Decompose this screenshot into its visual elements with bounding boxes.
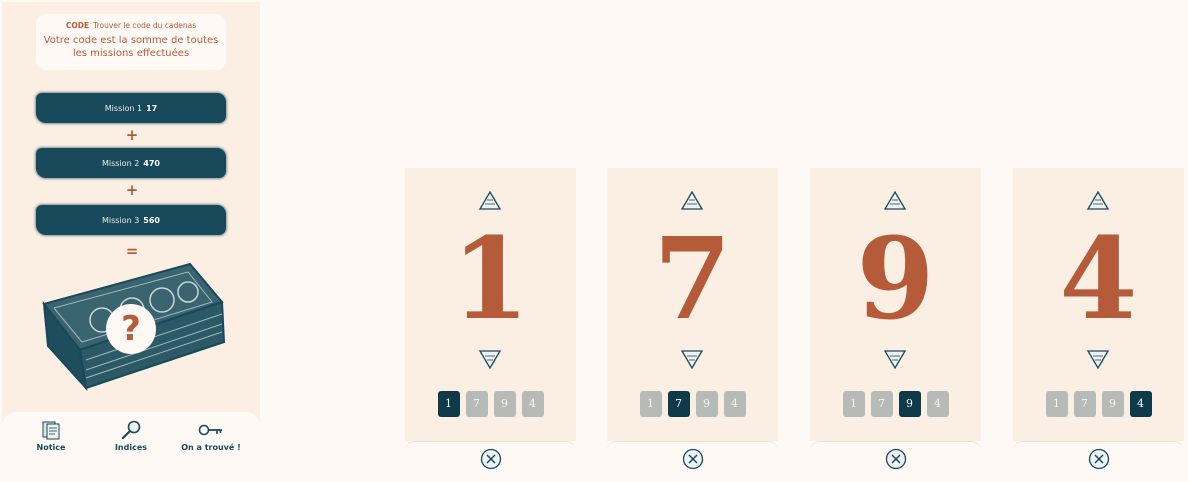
decrement-arrow-icon[interactable]: [1087, 349, 1109, 369]
key-icon: [198, 424, 222, 436]
decrement-arrow-icon[interactable]: [681, 349, 703, 369]
digit-chip[interactable]: 4: [1129, 391, 1152, 417]
plus-operator: +: [125, 181, 139, 199]
unknown-code-badge: ?: [106, 304, 156, 354]
digit-column-1-footer: [405, 441, 576, 482]
digit-column-1: 1 1794: [405, 168, 576, 441]
digit-column-2: 7 1794: [607, 168, 778, 441]
increment-arrow-icon[interactable]: [1087, 191, 1109, 211]
digit-chip[interactable]: 4: [521, 391, 544, 417]
current-digit: 9: [856, 214, 935, 345]
code-instruction-text: Votre code est la somme de toutes les mi…: [43, 35, 219, 59]
close-icon[interactable]: [480, 448, 502, 470]
mission-2-banner: Mission 2 470: [36, 148, 226, 178]
increment-arrow-icon[interactable]: [479, 191, 501, 211]
increment-arrow-icon[interactable]: [884, 191, 906, 211]
plus-operator: +: [125, 126, 139, 144]
mission-value: 470: [143, 158, 160, 168]
mission-value: 560: [143, 215, 160, 225]
mission-1-banner: Mission 1 17: [36, 93, 226, 123]
digit-chip[interactable]: 1: [437, 391, 460, 417]
digit-column-3-footer: [810, 441, 981, 482]
digit-column-4: 4 1794: [1013, 168, 1184, 441]
mission-panel: CODE Trouver le code du cadenas Votre cod…: [2, 2, 260, 481]
decrement-arrow-icon[interactable]: [884, 349, 906, 369]
magnifier-icon: [121, 420, 141, 440]
digit-column-3: 9 1794: [810, 168, 981, 441]
code-tag: CODE: [65, 21, 90, 30]
digit-history: 1794: [1013, 391, 1184, 417]
digit-chip[interactable]: 1: [1045, 391, 1068, 417]
close-icon[interactable]: [682, 448, 704, 470]
digit-column-2-footer: [607, 441, 778, 482]
digit-chip[interactable]: 4: [723, 391, 746, 417]
decrement-arrow-icon[interactable]: [479, 349, 501, 369]
equals-operator: =: [125, 242, 139, 260]
digit-chip[interactable]: 1: [639, 391, 662, 417]
nav-on-a-trouve[interactable]: On a trouvé !: [168, 412, 254, 472]
mission-3-banner: Mission 3 560: [36, 205, 226, 235]
close-icon[interactable]: [885, 448, 907, 470]
digit-history: 1794: [405, 391, 576, 417]
digit-history: 1794: [810, 391, 981, 417]
increment-arrow-icon[interactable]: [681, 191, 703, 211]
nav-indices[interactable]: Indices: [88, 412, 174, 472]
current-digit: 7: [653, 214, 732, 345]
digit-chip[interactable]: 1: [842, 391, 865, 417]
digit-column-4-footer: [1013, 441, 1184, 482]
document-icon: [42, 421, 60, 440]
mission-label: Mission 1: [104, 103, 143, 113]
nav-indices-label: Indices: [114, 443, 148, 452]
digit-chip[interactable]: 7: [465, 391, 488, 417]
digit-chip[interactable]: 9: [695, 391, 718, 417]
digit-chip[interactable]: 9: [493, 391, 516, 417]
digit-chip[interactable]: 7: [1073, 391, 1096, 417]
digit-chip[interactable]: 4: [926, 391, 949, 417]
nav-notice[interactable]: Notice: [8, 412, 94, 472]
code-subtitle: Trouver le code du cadenas: [93, 21, 197, 30]
digit-chip[interactable]: 7: [870, 391, 893, 417]
mission-value: 17: [146, 103, 158, 113]
digit-chip[interactable]: 9: [1101, 391, 1124, 417]
digit-chip[interactable]: 9: [898, 391, 921, 417]
digit-history: 1794: [607, 391, 778, 417]
mission-label: Mission 2: [102, 158, 140, 168]
nav-notice-label: Notice: [36, 443, 66, 452]
current-digit: 4: [1059, 214, 1138, 345]
code-header: CODE Trouver le code du cadenas: [36, 21, 226, 30]
nav-on-a-trouve-label: On a trouvé !: [181, 443, 241, 452]
close-icon[interactable]: [1088, 448, 1110, 470]
bottom-navigation: Notice Indices On a trouvé !: [2, 412, 260, 481]
current-digit: 1: [451, 214, 530, 345]
mission-label: Mission 3: [102, 215, 140, 225]
code-instruction-card: CODE Trouver le code du cadenas Votre cod…: [36, 14, 226, 70]
digit-chip[interactable]: 7: [667, 391, 690, 417]
